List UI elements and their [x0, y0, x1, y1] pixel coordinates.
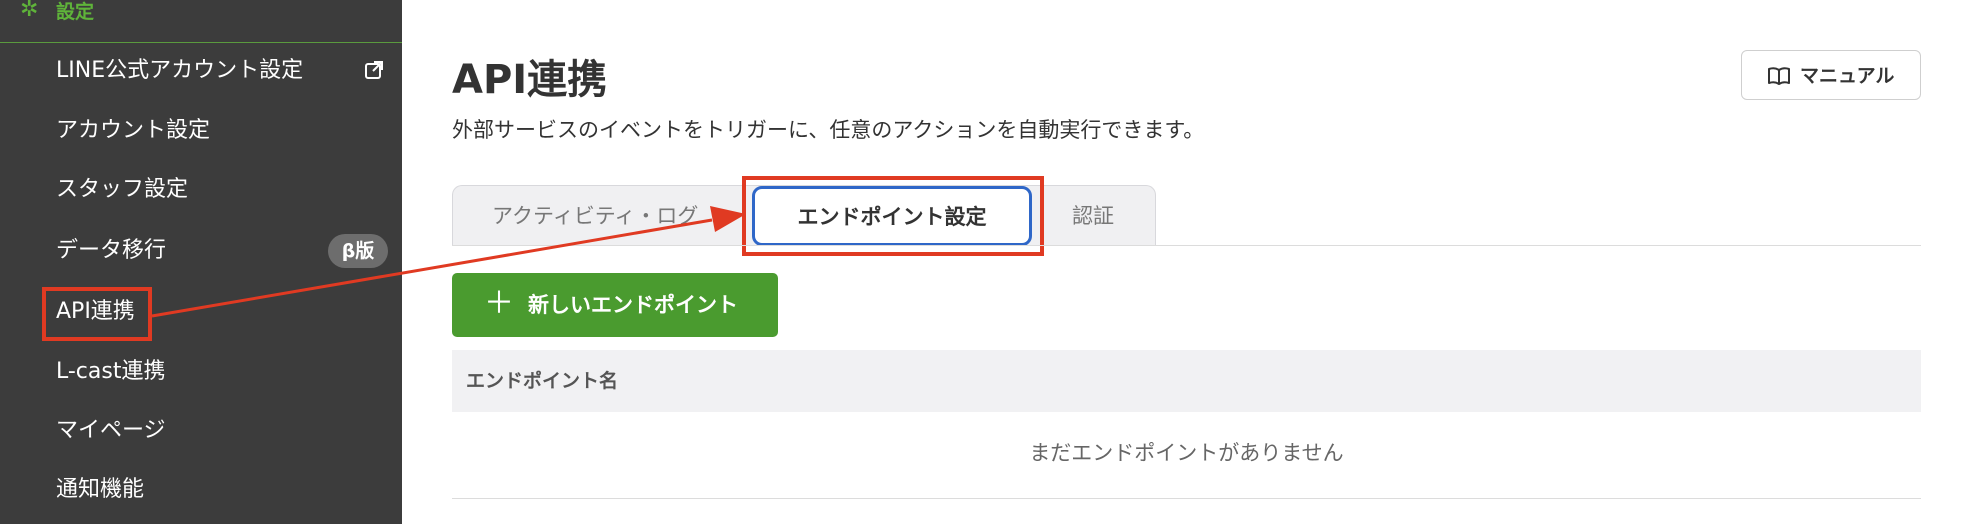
manual-button-label: マニュアル — [1800, 65, 1895, 87]
tab-divider — [452, 245, 1921, 246]
plus-icon: ＋ — [484, 286, 514, 321]
sidebar-item-l-cast-integration[interactable]: L-cast連携 — [0, 347, 402, 397]
tab-authentication[interactable]: 認証 — [1072, 202, 1114, 230]
sidebar-item-data-migration[interactable]: データ移行 β版 — [0, 226, 402, 276]
new-endpoint-button-label: 新しいエンドポイント — [528, 293, 738, 317]
new-endpoint-button[interactable]: ＋ 新しいエンドポイント — [452, 273, 778, 337]
sidebar-item-my-page[interactable]: マイページ — [0, 406, 402, 456]
book-icon — [1768, 67, 1790, 85]
column-header-endpoint-name: エンドポイント名 — [466, 370, 619, 392]
sidebar-item-label: データ移行 — [56, 238, 167, 263]
sidebar-item-label: LINE公式アカウント設定 — [56, 58, 304, 83]
sidebar-item-label: マイページ — [56, 418, 166, 443]
sidebar: ✲ 設定 LINE公式アカウント設定 アカウント設定 スタッフ設定 データ移行 … — [0, 0, 402, 524]
sidebar-item-line-official-account-settings[interactable]: LINE公式アカウント設定 — [0, 46, 402, 96]
page-title: API連携 — [452, 57, 608, 103]
manual-button[interactable]: マニュアル — [1741, 50, 1921, 100]
sidebar-item-account-settings[interactable]: アカウント設定 — [0, 106, 402, 156]
sidebar-item-label: アカウント設定 — [56, 118, 211, 143]
sidebar-section-label: 設定 — [56, 1, 95, 23]
sidebar-item-staff-settings[interactable]: スタッフ設定 — [0, 165, 402, 215]
highlight-box-api-item — [42, 287, 152, 341]
table-header: エンドポイント名 — [452, 350, 1921, 412]
sidebar-item-label: L-cast連携 — [56, 359, 166, 384]
table-empty-state: まだエンドポイントがありません — [452, 412, 1921, 499]
tab-activity-log[interactable]: アクティビティ・ログ — [492, 202, 698, 230]
sidebar-item-notifications[interactable]: 通知機能 — [0, 465, 402, 515]
sidebar-section-settings: ✲ 設定 — [0, 0, 402, 43]
page-description: 外部サービスのイベントをトリガーに、任意のアクションを自動実行できます。 — [452, 118, 1205, 142]
sidebar-item-label: 通知機能 — [56, 477, 145, 502]
empty-state-text: まだエンドポイントがありません — [1029, 441, 1344, 465]
sidebar-item-label: スタッフ設定 — [56, 177, 189, 202]
external-link-icon — [365, 61, 383, 79]
highlight-box-endpoint-tab — [742, 176, 1044, 256]
beta-badge: β版 — [328, 234, 388, 268]
gear-icon: ✲ — [20, 0, 39, 22]
